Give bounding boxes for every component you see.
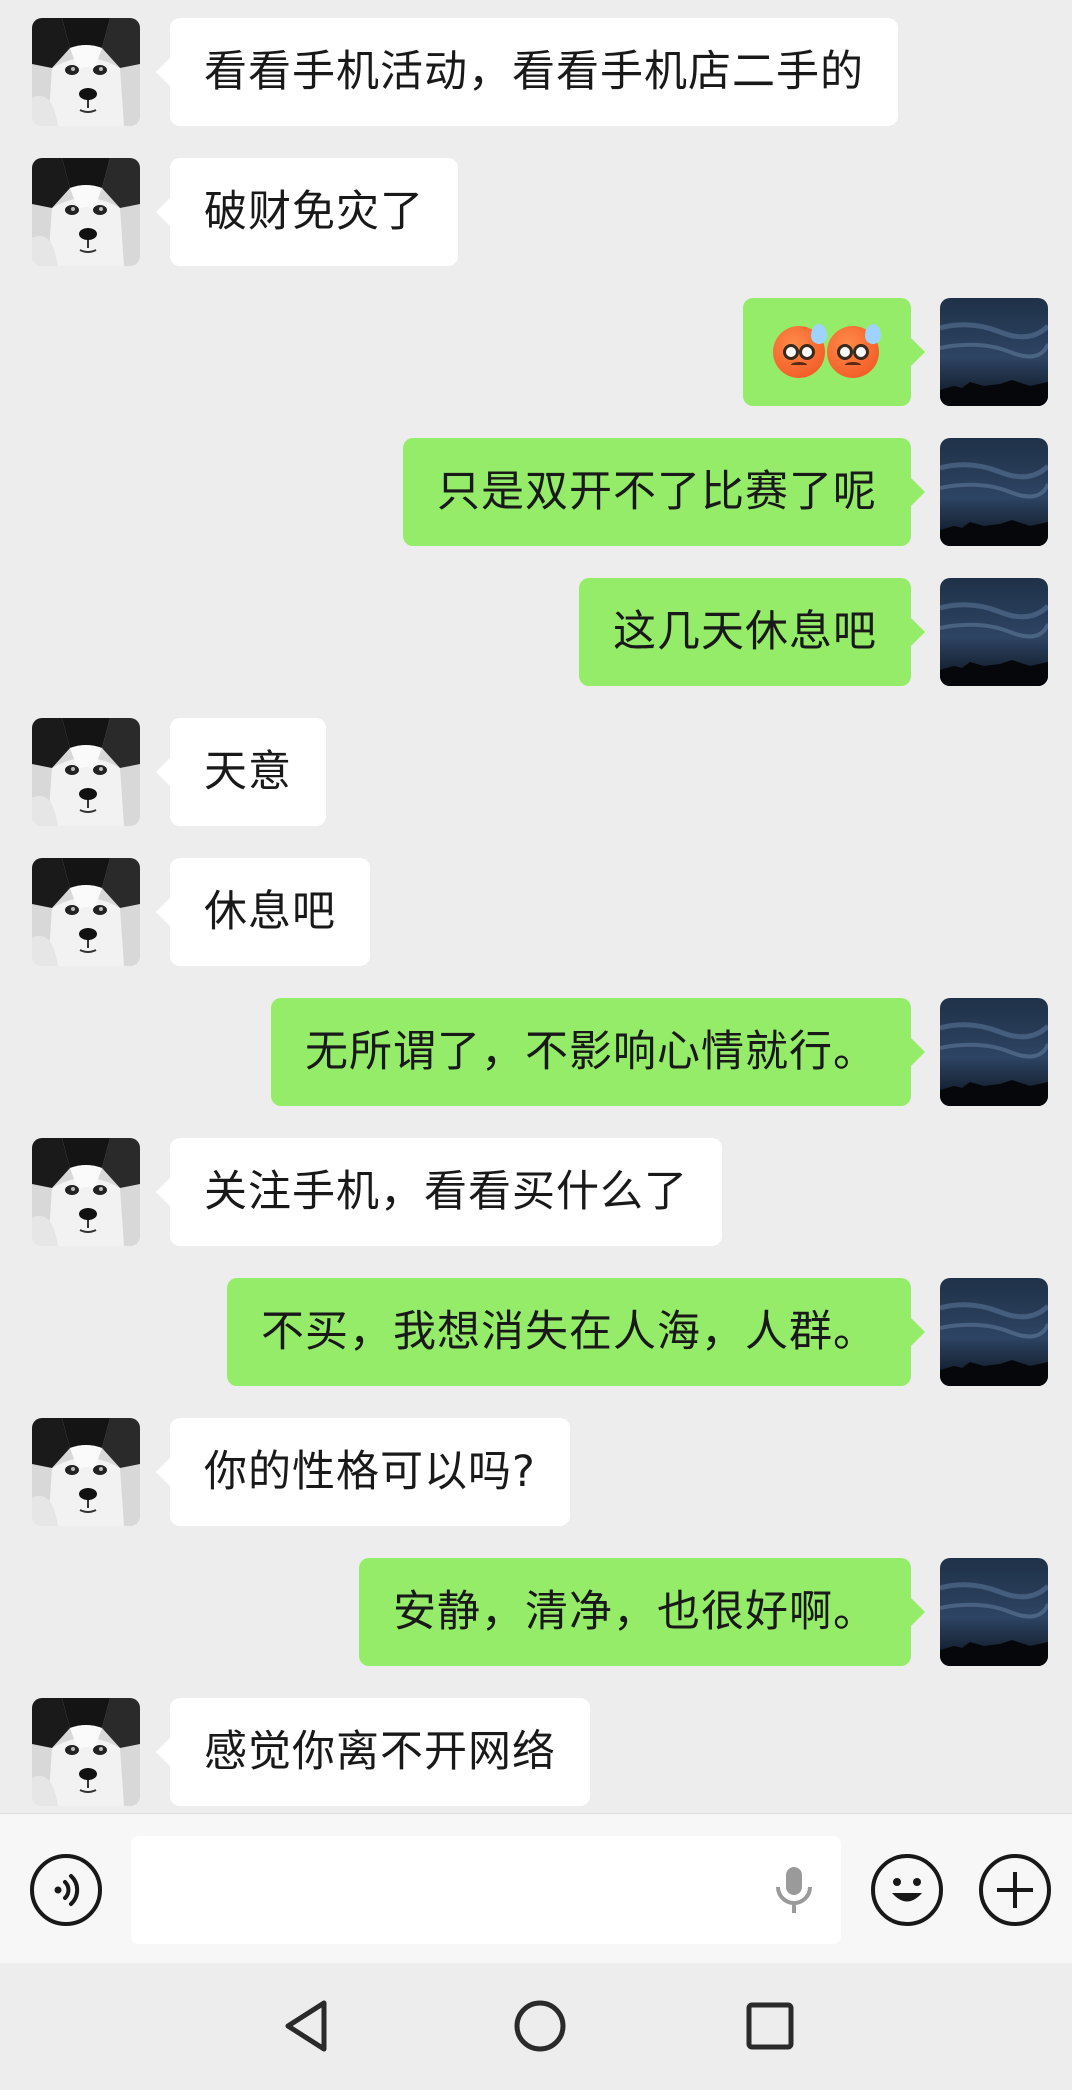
emoji-button[interactable] — [871, 1854, 943, 1926]
husky-dog-picture — [32, 1418, 140, 1526]
message-bubble-outgoing[interactable]: 无所谓了，不影响心情就行。 — [271, 998, 925, 1106]
message-bubble-incoming[interactable]: 看看手机活动，看看手机店二手的 — [156, 18, 898, 126]
message-bubble-outgoing[interactable]: 这几天休息吧 — [579, 578, 925, 686]
contact-avatar[interactable] — [32, 158, 140, 266]
message-bubble-incoming[interactable]: 你的性格可以吗? — [156, 1418, 570, 1526]
my-avatar[interactable] — [940, 578, 1048, 686]
message-input[interactable] — [131, 1836, 841, 1944]
system-navigation-bar — [0, 1963, 1072, 2090]
night-sky-picture — [940, 1278, 1048, 1386]
message-row-incoming: 天意 — [0, 718, 1072, 826]
message-row-outgoing — [0, 298, 1072, 406]
night-sky-picture — [940, 578, 1048, 686]
message-bubble-incoming[interactable]: 关注手机，看看买什么了 — [156, 1138, 722, 1246]
emoji-icon — [892, 1878, 922, 1902]
contact-avatar[interactable] — [32, 1418, 140, 1526]
night-sky-picture — [940, 1558, 1048, 1666]
more-functions-button[interactable] — [979, 1854, 1051, 1926]
message-bubble-incoming[interactable]: 休息吧 — [156, 858, 370, 966]
contact-avatar[interactable] — [32, 718, 140, 826]
message-bubble-incoming[interactable]: 感觉你离不开网络 — [156, 1698, 590, 1806]
contact-avatar[interactable] — [32, 858, 140, 966]
message-bubble-outgoing[interactable]: 安静，清净，也很好啊。 — [359, 1558, 925, 1666]
husky-dog-picture — [32, 858, 140, 966]
husky-dog-picture — [32, 1698, 140, 1806]
husky-dog-picture — [32, 18, 140, 126]
back-icon[interactable] — [274, 1991, 344, 2061]
message-row-outgoing: 不买，我想消失在人海，人群。 — [0, 1278, 1072, 1386]
husky-dog-picture — [32, 1138, 140, 1246]
night-sky-picture — [940, 298, 1048, 406]
sweat-frown-face-icon — [827, 323, 881, 378]
message-bubble-outgoing-emoji[interactable] — [743, 298, 925, 406]
message-row-incoming: 看看手机活动，看看手机店二手的 — [0, 18, 1072, 126]
voice-input-button[interactable] — [30, 1854, 102, 1926]
message-row-outgoing: 无所谓了，不影响心情就行。 — [0, 998, 1072, 1106]
message-bubble-outgoing[interactable]: 只是双开不了比赛了呢 — [403, 438, 925, 546]
my-avatar[interactable] — [940, 438, 1048, 546]
husky-dog-picture — [32, 718, 140, 826]
message-row-outgoing: 这几天休息吧 — [0, 578, 1072, 686]
plus-icon — [997, 1872, 1033, 1908]
message-row-incoming: 关注手机，看看买什么了 — [0, 1138, 1072, 1246]
husky-dog-picture — [32, 158, 140, 266]
my-avatar[interactable] — [940, 998, 1048, 1106]
message-row-outgoing: 安静，清净，也很好啊。 — [0, 1558, 1072, 1666]
contact-avatar[interactable] — [32, 1698, 140, 1806]
recent-apps-icon[interactable] — [735, 1991, 805, 2061]
home-icon[interactable] — [505, 1991, 575, 2061]
chat-input-bar — [0, 1813, 1072, 1963]
sweat-frown-face-icon — [773, 323, 827, 378]
message-bubble-incoming[interactable]: 天意 — [156, 718, 326, 826]
message-row-incoming: 破财免灾了 — [0, 158, 1072, 266]
mic-icon[interactable] — [772, 1865, 816, 1915]
contact-avatar[interactable] — [32, 18, 140, 126]
message-row-incoming: 你的性格可以吗? — [0, 1418, 1072, 1526]
message-bubble-incoming[interactable]: 破财免灾了 — [156, 158, 458, 266]
my-avatar[interactable] — [940, 1558, 1048, 1666]
night-sky-picture — [940, 438, 1048, 546]
my-avatar[interactable] — [940, 298, 1048, 406]
contact-avatar[interactable] — [32, 1138, 140, 1246]
night-sky-picture — [940, 998, 1048, 1106]
my-avatar[interactable] — [940, 1278, 1048, 1386]
message-row-incoming: 休息吧 — [0, 858, 1072, 966]
message-row-incoming: 感觉你离不开网络 — [0, 1698, 1072, 1806]
chat-message-list[interactable]: 看看手机活动，看看手机店二手的 破财免灾了 只是双开不了比赛了呢 这几天休息吧 … — [0, 0, 1072, 1813]
message-bubble-outgoing[interactable]: 不买，我想消失在人海，人群。 — [227, 1278, 925, 1386]
message-row-outgoing: 只是双开不了比赛了呢 — [0, 438, 1072, 546]
voice-icon — [54, 1874, 80, 1906]
